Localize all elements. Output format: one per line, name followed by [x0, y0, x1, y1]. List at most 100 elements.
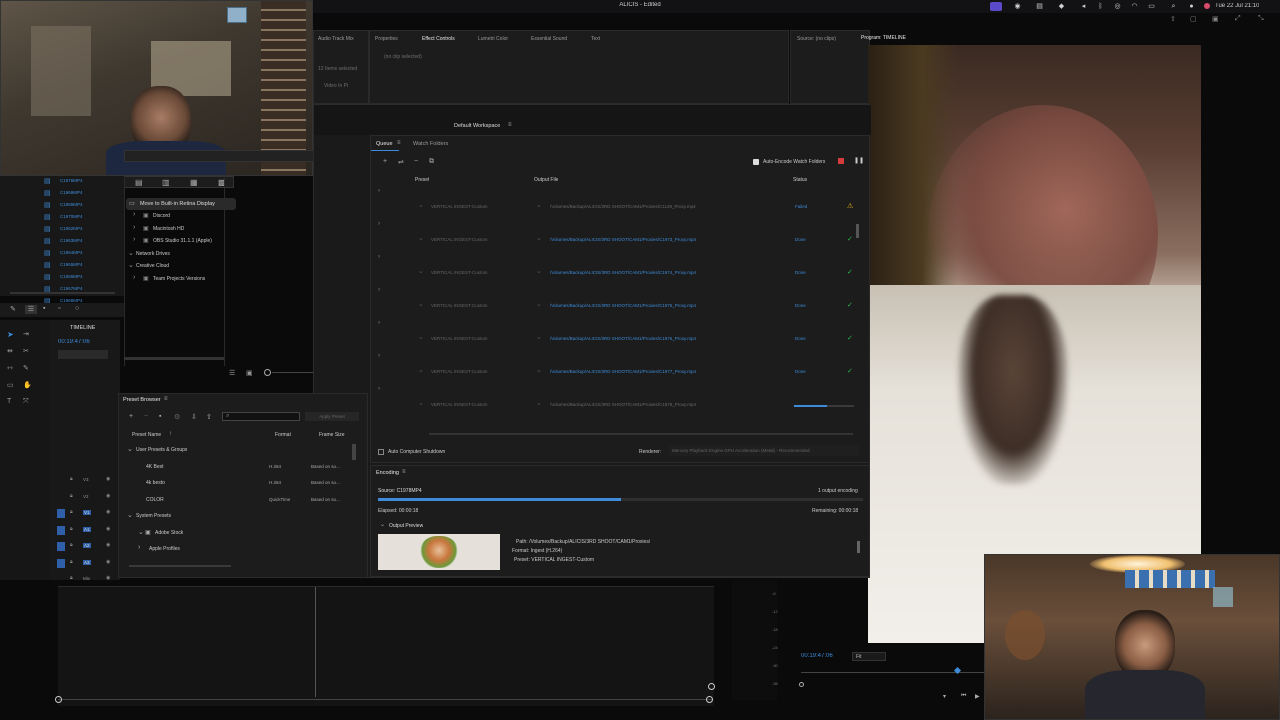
creative-cloud-icon[interactable]: ◆ [1058, 3, 1065, 10]
tab-queue[interactable]: Queue [376, 141, 393, 147]
drive-item[interactable]: › ▣ Discord [133, 211, 229, 222]
drive-item[interactable]: › ▣ Team Projects Versions [133, 274, 229, 285]
vertical-zoom-handle[interactable] [708, 683, 715, 690]
toggle-output-icon[interactable]: ◉ [106, 476, 110, 482]
queue-preset[interactable]: VERTICAL INGEST-Custom [431, 204, 488, 209]
col-output-file[interactable]: Output File [534, 177, 558, 183]
queue-row[interactable]: ⌄ VERTICAL INGEST-Custom ⌄ /Volumes/Backup/… [411, 235, 861, 248]
queue-row[interactable]: ⌄ VERTICAL INGEST-Custom ⌄ /Volumes/Backup/… [411, 267, 861, 281]
drive-item[interactable]: ⌄ Network Drives [128, 250, 224, 260]
siri-icon[interactable]: ● [1188, 3, 1195, 10]
queue-row[interactable]: ⌄ VERTICAL INGEST-Custom ⌄ /Volumes/Backup/… [411, 399, 861, 413]
maximize-icon[interactable]: ▢ [1190, 15, 1197, 23]
preset-group[interactable]: ⌄ System Presets [119, 512, 351, 524]
preset-row[interactable]: COLOR QuickTime Based on so... [119, 496, 351, 508]
timeline-zoom-bar[interactable] [58, 699, 712, 700]
encoding-tab[interactable]: Encoding [376, 470, 399, 476]
drive-item[interactable]: ⌄ Creative Cloud [128, 262, 224, 272]
share-icon[interactable]: ⇧ [1170, 15, 1176, 23]
queue-output-file[interactable]: /Volumes/Backup/ALICIS/3RD SHOOT/CAM1/Pr… [550, 237, 696, 242]
queue-item-marker[interactable]: › [378, 254, 380, 260]
pen-tool-icon[interactable]: ✎ [23, 364, 29, 372]
lock-icon[interactable]: 🔒︎ [70, 542, 73, 548]
zoom-tool-icon[interactable]: ⤧ [23, 398, 29, 406]
lock-icon[interactable]: 🔒︎ [70, 575, 73, 581]
lock-icon[interactable]: 🔒︎ [70, 509, 73, 515]
auto-encode-checkbox[interactable] [753, 159, 759, 165]
preset-menu-icon[interactable]: ≡ [164, 396, 168, 402]
remove-preset-icon[interactable]: − [144, 413, 148, 420]
preset-search-input[interactable]: ⌕ [222, 412, 300, 421]
file-list-item[interactable]: ▤ C1968MP4 [44, 201, 124, 211]
volume-icon[interactable]: ◂ [1080, 3, 1087, 10]
preset-dropdown-icon[interactable]: ⌄ [418, 267, 424, 275]
output-dropdown-icon[interactable]: ⌄ [536, 399, 542, 407]
selection-tool-icon[interactable]: ➤ [7, 330, 14, 339]
queue-item-marker[interactable]: › [378, 353, 380, 359]
queue-output-file[interactable]: /Volumes/Backup/ALICIS/3RD SHOOT/CAM1/Pr… [550, 402, 696, 407]
chevron-down-icon[interactable]: ⌄ [127, 445, 133, 453]
lock-icon[interactable]: 🔒︎ [70, 476, 73, 482]
toggle-output-icon[interactable]: ◉ [106, 526, 110, 532]
collapse-chevron-icon[interactable]: ⌄ [380, 521, 385, 528]
file-list-item[interactable]: ▤ C1963MP4 [44, 237, 124, 247]
razor-tool-icon[interactable]: ✂ [23, 347, 29, 355]
move-display-menu-item[interactable]: ▭ Move to Built-in Retina Display [126, 198, 236, 210]
toggle-output-icon[interactable]: ◉ [106, 542, 110, 548]
chevron-right-icon[interactable]: › [133, 274, 135, 281]
add-source-icon[interactable]: + [383, 158, 387, 165]
tab-source[interactable]: Source: (no clips) [797, 36, 836, 42]
output-dropdown-icon[interactable]: ⌄ [536, 300, 542, 308]
toggle-output-icon[interactable]: ◉ [106, 575, 110, 581]
col-preset-name[interactable]: Preset Name [132, 432, 161, 438]
source-patch[interactable] [57, 525, 65, 535]
lock-icon[interactable]: 🔒︎ [70, 559, 73, 565]
workspace-label[interactable]: Default Workspace [454, 123, 500, 129]
zoom-right-handle[interactable] [706, 696, 713, 703]
output-dropdown-icon[interactable]: ⌄ [536, 267, 542, 275]
queue-preset[interactable]: VERTICAL INGEST-Custom [431, 270, 488, 275]
tab-watch-folders[interactable]: Watch Folders [413, 141, 448, 147]
lock-icon[interactable]: 🔒︎ [70, 493, 73, 499]
preset-group[interactable]: ⌄ User Presets & Groups [119, 446, 351, 458]
queue-output-file[interactable]: /Volumes/Backup/ALICIS/3RD SHOOT/CAM1/Pr… [550, 336, 696, 341]
media-browser-scrollbar[interactable] [124, 357, 224, 360]
track-select-tool-icon[interactable]: ⇥ [23, 330, 29, 338]
timeline-snap-toolbar[interactable] [58, 350, 108, 359]
preset-dropdown-icon[interactable]: ⌄ [418, 201, 424, 209]
preset-dropdown-icon[interactable]: ⌄ [418, 399, 424, 407]
pencil-icon[interactable]: ✎ [10, 305, 16, 313]
timeline-tab[interactable]: TIMELINE [70, 325, 95, 331]
output-dropdown-icon[interactable]: ⌄ [536, 333, 542, 341]
preset-scrollbar[interactable] [352, 444, 356, 460]
timeline-timecode[interactable]: 00:19:47:06 [58, 339, 90, 345]
zoom-left-handle[interactable] [55, 696, 62, 703]
queue-hscroll[interactable] [429, 433, 853, 435]
queue-menu-icon[interactable]: ≡ [397, 140, 401, 146]
toggle-output-icon[interactable]: ◉ [106, 493, 110, 499]
settings-preset-icon[interactable]: ⚙ [174, 413, 180, 421]
chevron-right-icon[interactable]: › [133, 224, 135, 231]
record-icon[interactable]: ◎ [1114, 3, 1121, 10]
fullscreen-icon[interactable]: ⤡ [1258, 15, 1264, 23]
apply-preset-button[interactable]: Apply Preset [305, 412, 359, 421]
slip-tool-icon[interactable]: ⇿ [7, 364, 13, 372]
queue-output-file[interactable]: /Volumes/Backup/ALICIS/3RD SHOOT/CAM1/Pr… [550, 270, 696, 275]
track-header[interactable]: 🔒︎ V3 ◉ [50, 475, 120, 487]
queue-preset[interactable]: VERTICAL INGEST-Custom [431, 369, 488, 374]
preset-hscroll[interactable] [129, 565, 231, 567]
zoom-handle[interactable] [799, 682, 804, 687]
file-list-item[interactable]: ▤ C1966MP4 [44, 273, 124, 283]
type-tool-icon[interactable]: T [7, 398, 11, 405]
expand-icon[interactable]: ⤢ [1235, 15, 1241, 23]
drive-item[interactable]: › ▣ Macintosh HD [133, 224, 229, 235]
source-patch[interactable] [57, 509, 65, 518]
output-dropdown-icon[interactable]: ⌄ [536, 366, 542, 374]
wifi-status-icon[interactable]: ◠ [1131, 3, 1138, 10]
tab-properties[interactable]: Properties [375, 36, 398, 42]
rectangle-tool-icon[interactable]: ▭ [7, 381, 14, 389]
encoding-scrollbar[interactable] [857, 541, 860, 553]
queue-output-file[interactable]: /Volumes/Backup/ALICIS/3RD SHOOT/CAM1/Pr… [550, 303, 696, 308]
queue-preset[interactable]: VERTICAL INGEST-Custom [431, 237, 488, 242]
file-list-item[interactable]: ▤ C1964MP4 [44, 249, 124, 259]
